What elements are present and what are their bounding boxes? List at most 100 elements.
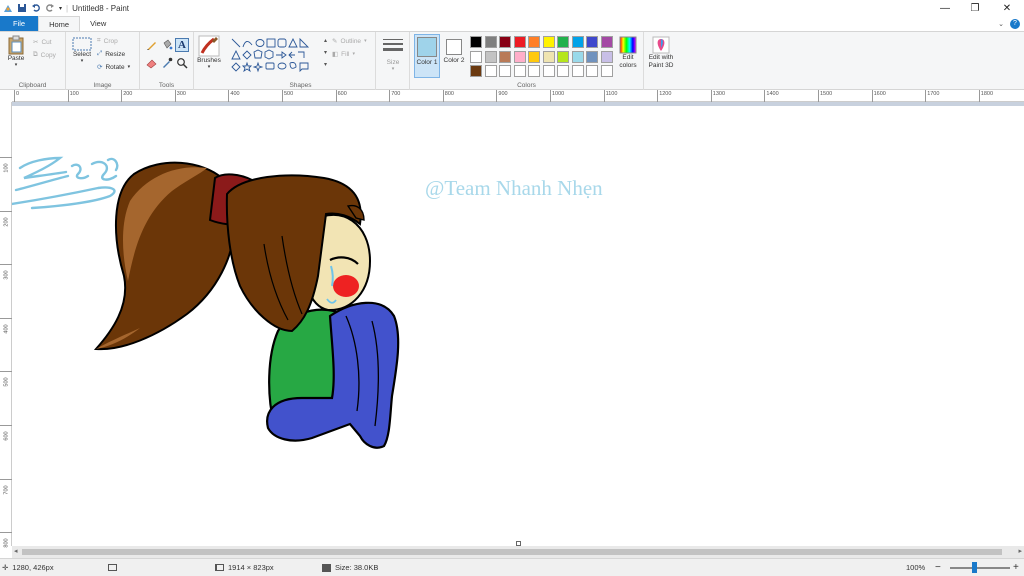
edit-colors-button[interactable]: Edit colors: [615, 36, 641, 70]
palette-swatch[interactable]: [470, 50, 482, 63]
tab-view[interactable]: View: [80, 16, 116, 31]
brush-icon: [198, 35, 220, 57]
zoom-out-button[interactable]: −: [935, 559, 941, 576]
disk-icon: [322, 563, 331, 572]
ruler-tick: [67, 90, 69, 102]
palette-swatch[interactable]: [586, 50, 598, 63]
resize-icon: ⤢: [97, 50, 103, 57]
palette-swatch[interactable]: [513, 36, 526, 48]
ruler-tick: [0, 264, 12, 266]
scissors-icon: ✂: [33, 39, 39, 46]
pencil-icon[interactable]: [146, 39, 158, 51]
watermark-text: @Team Nhanh Nhẹn: [425, 176, 603, 200]
palette-swatch[interactable]: [470, 65, 482, 77]
palette-swatch[interactable]: [470, 36, 482, 48]
palette-swatch[interactable]: [557, 36, 569, 48]
ruler-tick: [871, 90, 873, 102]
custom-color-slot[interactable]: [528, 65, 540, 77]
eraser-icon[interactable]: [146, 57, 158, 69]
shapes-scroll-up-icon[interactable]: ▴: [324, 37, 327, 44]
redo-icon[interactable]: [45, 3, 55, 13]
select-button[interactable]: Select ▾: [70, 37, 94, 64]
scroll-left-icon[interactable]: ◂: [14, 547, 18, 555]
ruler-label: 200: [123, 91, 133, 97]
close-button[interactable]: ✕: [992, 0, 1022, 16]
palette-swatch[interactable]: [528, 36, 540, 48]
select-dropdown-icon: ▾: [80, 58, 84, 64]
palette-swatch[interactable]: [499, 36, 511, 48]
color-picker-icon[interactable]: [161, 57, 173, 69]
palette-swatch[interactable]: [513, 50, 526, 63]
palette-swatch[interactable]: [571, 50, 584, 63]
horizontal-scrollbar[interactable]: ◂ ▸: [12, 546, 1024, 558]
paint-window: ▾ | Untitled8 - Paint — ❐ ✕ File Home Vi…: [0, 0, 1024, 576]
shapes-gallery[interactable]: [230, 37, 324, 75]
scroll-thumb[interactable]: [22, 549, 1002, 555]
custom-color-slot[interactable]: [571, 65, 584, 77]
palette-swatch[interactable]: [586, 36, 598, 48]
minimize-button[interactable]: —: [930, 0, 960, 16]
image-dimensions: 1914 × 823px: [215, 559, 274, 576]
zoom-in-button[interactable]: +: [1013, 559, 1019, 576]
ruler-tick: [925, 90, 927, 102]
copy-button[interactable]: ⧉ Copy: [33, 51, 56, 59]
brushes-button[interactable]: Brushes ▾: [195, 35, 223, 70]
customize-qa-icon[interactable]: ▾: [59, 5, 62, 12]
help-icon[interactable]: ?: [1010, 18, 1020, 29]
scroll-right-icon[interactable]: ▸: [1018, 547, 1022, 555]
undo-icon[interactable]: [31, 3, 41, 13]
palette-swatch[interactable]: [557, 50, 569, 63]
fill-bucket-icon[interactable]: [161, 39, 173, 51]
ruler-tick: [121, 90, 123, 102]
custom-color-slot[interactable]: [542, 65, 555, 77]
rotate-button[interactable]: ⟳ Rotate ▾: [97, 63, 130, 72]
palette-swatch[interactable]: [484, 50, 497, 63]
text-tool-icon[interactable]: A: [175, 38, 189, 52]
drawing-canvas[interactable]: @Team Nhanh Nhẹn: [12, 106, 1024, 546]
color1-button[interactable]: Color 1: [414, 34, 440, 78]
drawing: [12, 156, 400, 449]
palette-swatch[interactable]: [528, 50, 540, 63]
palette-swatch[interactable]: [600, 50, 613, 63]
custom-color-slot[interactable]: [557, 65, 569, 77]
fill-icon: ◧: [332, 51, 339, 58]
magnifier-icon[interactable]: [176, 57, 188, 69]
ruler-label: 700: [391, 91, 401, 97]
save-icon[interactable]: [17, 3, 27, 13]
shapes-more-icon[interactable]: ▾: [324, 61, 327, 68]
custom-color-slot[interactable]: [499, 65, 511, 77]
resize-button[interactable]: ⤢ Resize: [97, 50, 125, 58]
zoom-level: 100%: [906, 563, 926, 572]
cut-button[interactable]: ✂ Cut: [33, 38, 52, 47]
fill-button[interactable]: ◧ Fill ▾: [332, 50, 355, 59]
palette-swatch[interactable]: [499, 50, 511, 63]
custom-color-slot[interactable]: [513, 65, 526, 77]
maximize-button[interactable]: ❐: [960, 0, 990, 16]
outline-button[interactable]: ✎ Outline ▾: [332, 37, 367, 46]
tab-home[interactable]: Home: [38, 16, 81, 31]
palette-swatch[interactable]: [484, 36, 497, 48]
ruler-tick: [0, 371, 12, 373]
color2-button[interactable]: Color 2: [442, 36, 466, 65]
clipboard-label: Clipboard: [18, 82, 47, 89]
palette-swatch[interactable]: [542, 50, 555, 63]
collapse-ribbon-icon[interactable]: ⌄: [998, 20, 1004, 28]
palette-swatch[interactable]: [542, 36, 555, 48]
paste-button[interactable]: Paste ▾: [4, 35, 28, 68]
palette-swatch[interactable]: [571, 36, 584, 48]
custom-color-slot[interactable]: [600, 65, 613, 77]
palette-swatch[interactable]: [600, 36, 613, 48]
ruler-tick: [282, 90, 283, 102]
ruler-label: 100: [69, 91, 79, 97]
quick-access-toolbar: ▾ |: [0, 0, 68, 16]
custom-color-slot[interactable]: [484, 65, 497, 77]
shapes-scroll-down-icon[interactable]: ▾: [324, 49, 327, 56]
custom-color-slot[interactable]: [586, 65, 598, 77]
size-button[interactable]: Size ▾: [380, 37, 406, 72]
edit-paint3d-button[interactable]: Edit with Paint 3D: [645, 36, 677, 70]
outline-icon: ✎: [332, 38, 338, 45]
zoom-slider-thumb[interactable]: [972, 562, 977, 573]
crop-button[interactable]: ⌗ Crop: [97, 37, 118, 45]
zoom-slider-track[interactable]: [950, 567, 1010, 569]
tab-file[interactable]: File: [0, 16, 39, 31]
